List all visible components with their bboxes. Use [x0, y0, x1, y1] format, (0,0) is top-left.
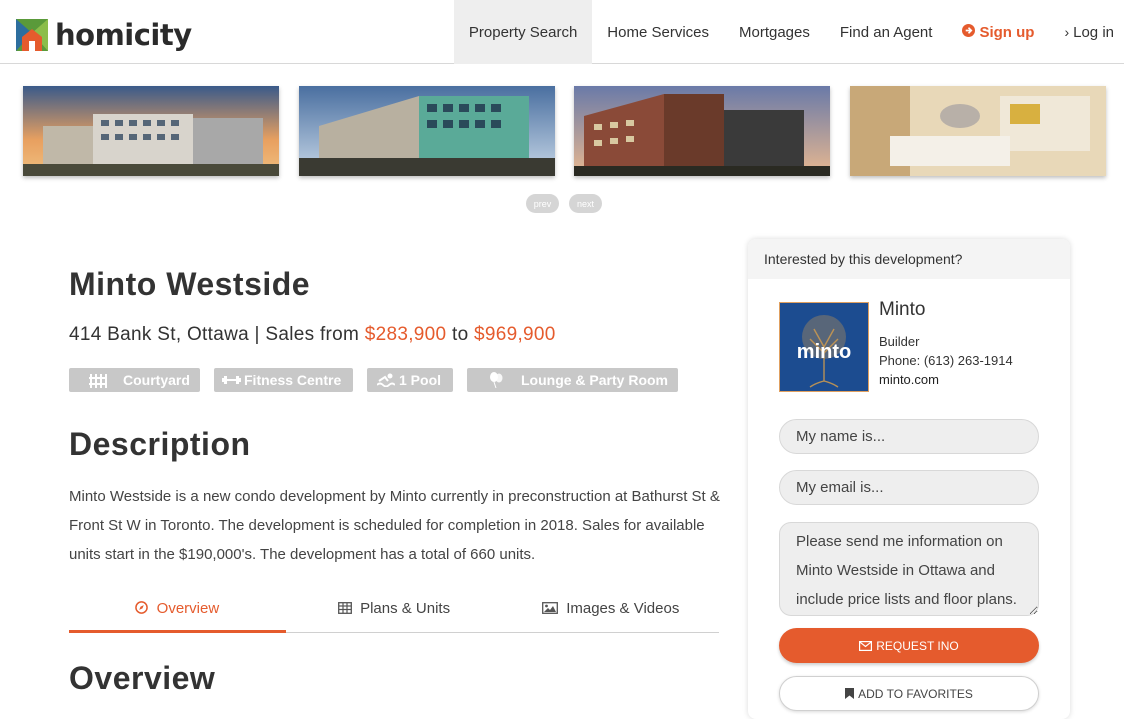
gallery-image[interactable] [23, 86, 279, 176]
envelope-icon [859, 640, 873, 651]
site-logo[interactable]: homicity [16, 19, 192, 51]
builder-phone: Phone: (613) 263-1914 [879, 353, 1013, 368]
next-button[interactable]: next [569, 194, 602, 213]
login-label: Log in [1073, 23, 1114, 41]
builder-logo[interactable]: minto [779, 302, 869, 392]
price-from: $283,900 [364, 324, 447, 345]
main-nav: Property Search Home Services Mortgages … [453, 0, 1124, 64]
gallery-image[interactable] [850, 86, 1106, 176]
login-link[interactable]: › Log in [1049, 0, 1124, 64]
amenity-label: Lounge & Party Room [521, 372, 669, 388]
amenity-badge: Lounge & Party Room [467, 368, 678, 392]
description-heading: Description [69, 426, 251, 462]
price-to: $969,900 [474, 324, 556, 345]
nav-property-search[interactable]: Property Search [453, 0, 593, 64]
nav-find-agent[interactable]: Find an Agent [825, 0, 948, 64]
nav-mortgages[interactable]: Mortgages [724, 0, 825, 64]
tab-plans-units[interactable]: Plans & Units [286, 592, 503, 632]
amenity-badge: Fitness Centre [214, 368, 353, 392]
builder-role: Builder [879, 334, 920, 349]
amenities-list: Courtyard Fitness Centre 1 Pool Lounge &… [69, 368, 692, 392]
amenity-label: 1 Pool [399, 372, 442, 388]
site-header: homicity Property Search Home Services M… [0, 0, 1124, 64]
nav-home-services[interactable]: Home Services [592, 0, 724, 64]
request-info-label: REQUEST INO [876, 638, 959, 653]
courtyard-icon [89, 372, 107, 388]
contact-card-heading: Interested by this development? [748, 239, 1070, 279]
chevron-right-icon: › [1064, 24, 1070, 40]
amenity-label: Fitness Centre [244, 372, 342, 388]
request-info-button[interactable]: REQUEST INO [779, 628, 1039, 663]
page-title: Minto Westside [69, 266, 311, 302]
price-separator: to [446, 324, 475, 345]
listing-address: 414 Bank St, Ottawa [69, 324, 249, 345]
dumbbell-icon [222, 375, 241, 385]
tab-label: Overview [156, 600, 220, 617]
description-text: Minto Westside is a new condo developmen… [69, 488, 720, 563]
tab-images-videos[interactable]: Images & Videos [502, 592, 719, 632]
bookmark-icon [845, 688, 855, 699]
svg-text:minto: minto [797, 341, 851, 363]
listing-tabs: Overview Plans & Units Images & Videos [69, 592, 719, 633]
sales-prefix: | Sales from [248, 324, 365, 345]
image-icon [542, 600, 562, 617]
logo-text: homicity [55, 18, 192, 52]
tab-label: Images & Videos [566, 600, 680, 617]
message-textarea[interactable]: Please send me information on Minto West… [779, 522, 1039, 616]
contact-card: Interested by this development? minto Mi… [748, 239, 1070, 719]
builder-website-link[interactable]: minto.com [879, 370, 1013, 389]
amenity-badge: 1 Pool [367, 368, 453, 392]
compass-icon [135, 600, 152, 617]
name-input[interactable] [779, 419, 1039, 454]
gallery-image[interactable] [574, 86, 830, 176]
tab-overview[interactable]: Overview [69, 592, 286, 633]
swimmer-icon [377, 373, 395, 387]
email-input[interactable] [779, 470, 1039, 505]
builder-info: Builder Phone: (613) 263-1914 minto.com [879, 332, 1013, 389]
amenity-badge: Courtyard [69, 368, 200, 392]
prev-button[interactable]: prev [526, 194, 559, 213]
builder-name: Minto [879, 299, 926, 320]
house-logo-icon [16, 19, 48, 51]
arrow-circle-right-icon [962, 24, 976, 40]
amenity-label: Courtyard [123, 372, 190, 388]
balloon-icon [489, 372, 503, 388]
overview-heading: Overview [69, 660, 216, 696]
tab-label: Plans & Units [360, 600, 451, 617]
favorites-label: ADD TO FAVORITES [858, 686, 973, 701]
table-icon [337, 600, 356, 617]
signup-link[interactable]: Sign up [947, 0, 1049, 64]
add-to-favorites-button[interactable]: ADD TO FAVORITES [779, 676, 1039, 711]
signup-label: Sign up [979, 23, 1035, 41]
gallery-image[interactable] [299, 86, 555, 176]
listing-address-line: 414 Bank St, Ottawa | Sales from $283,90… [69, 324, 556, 346]
